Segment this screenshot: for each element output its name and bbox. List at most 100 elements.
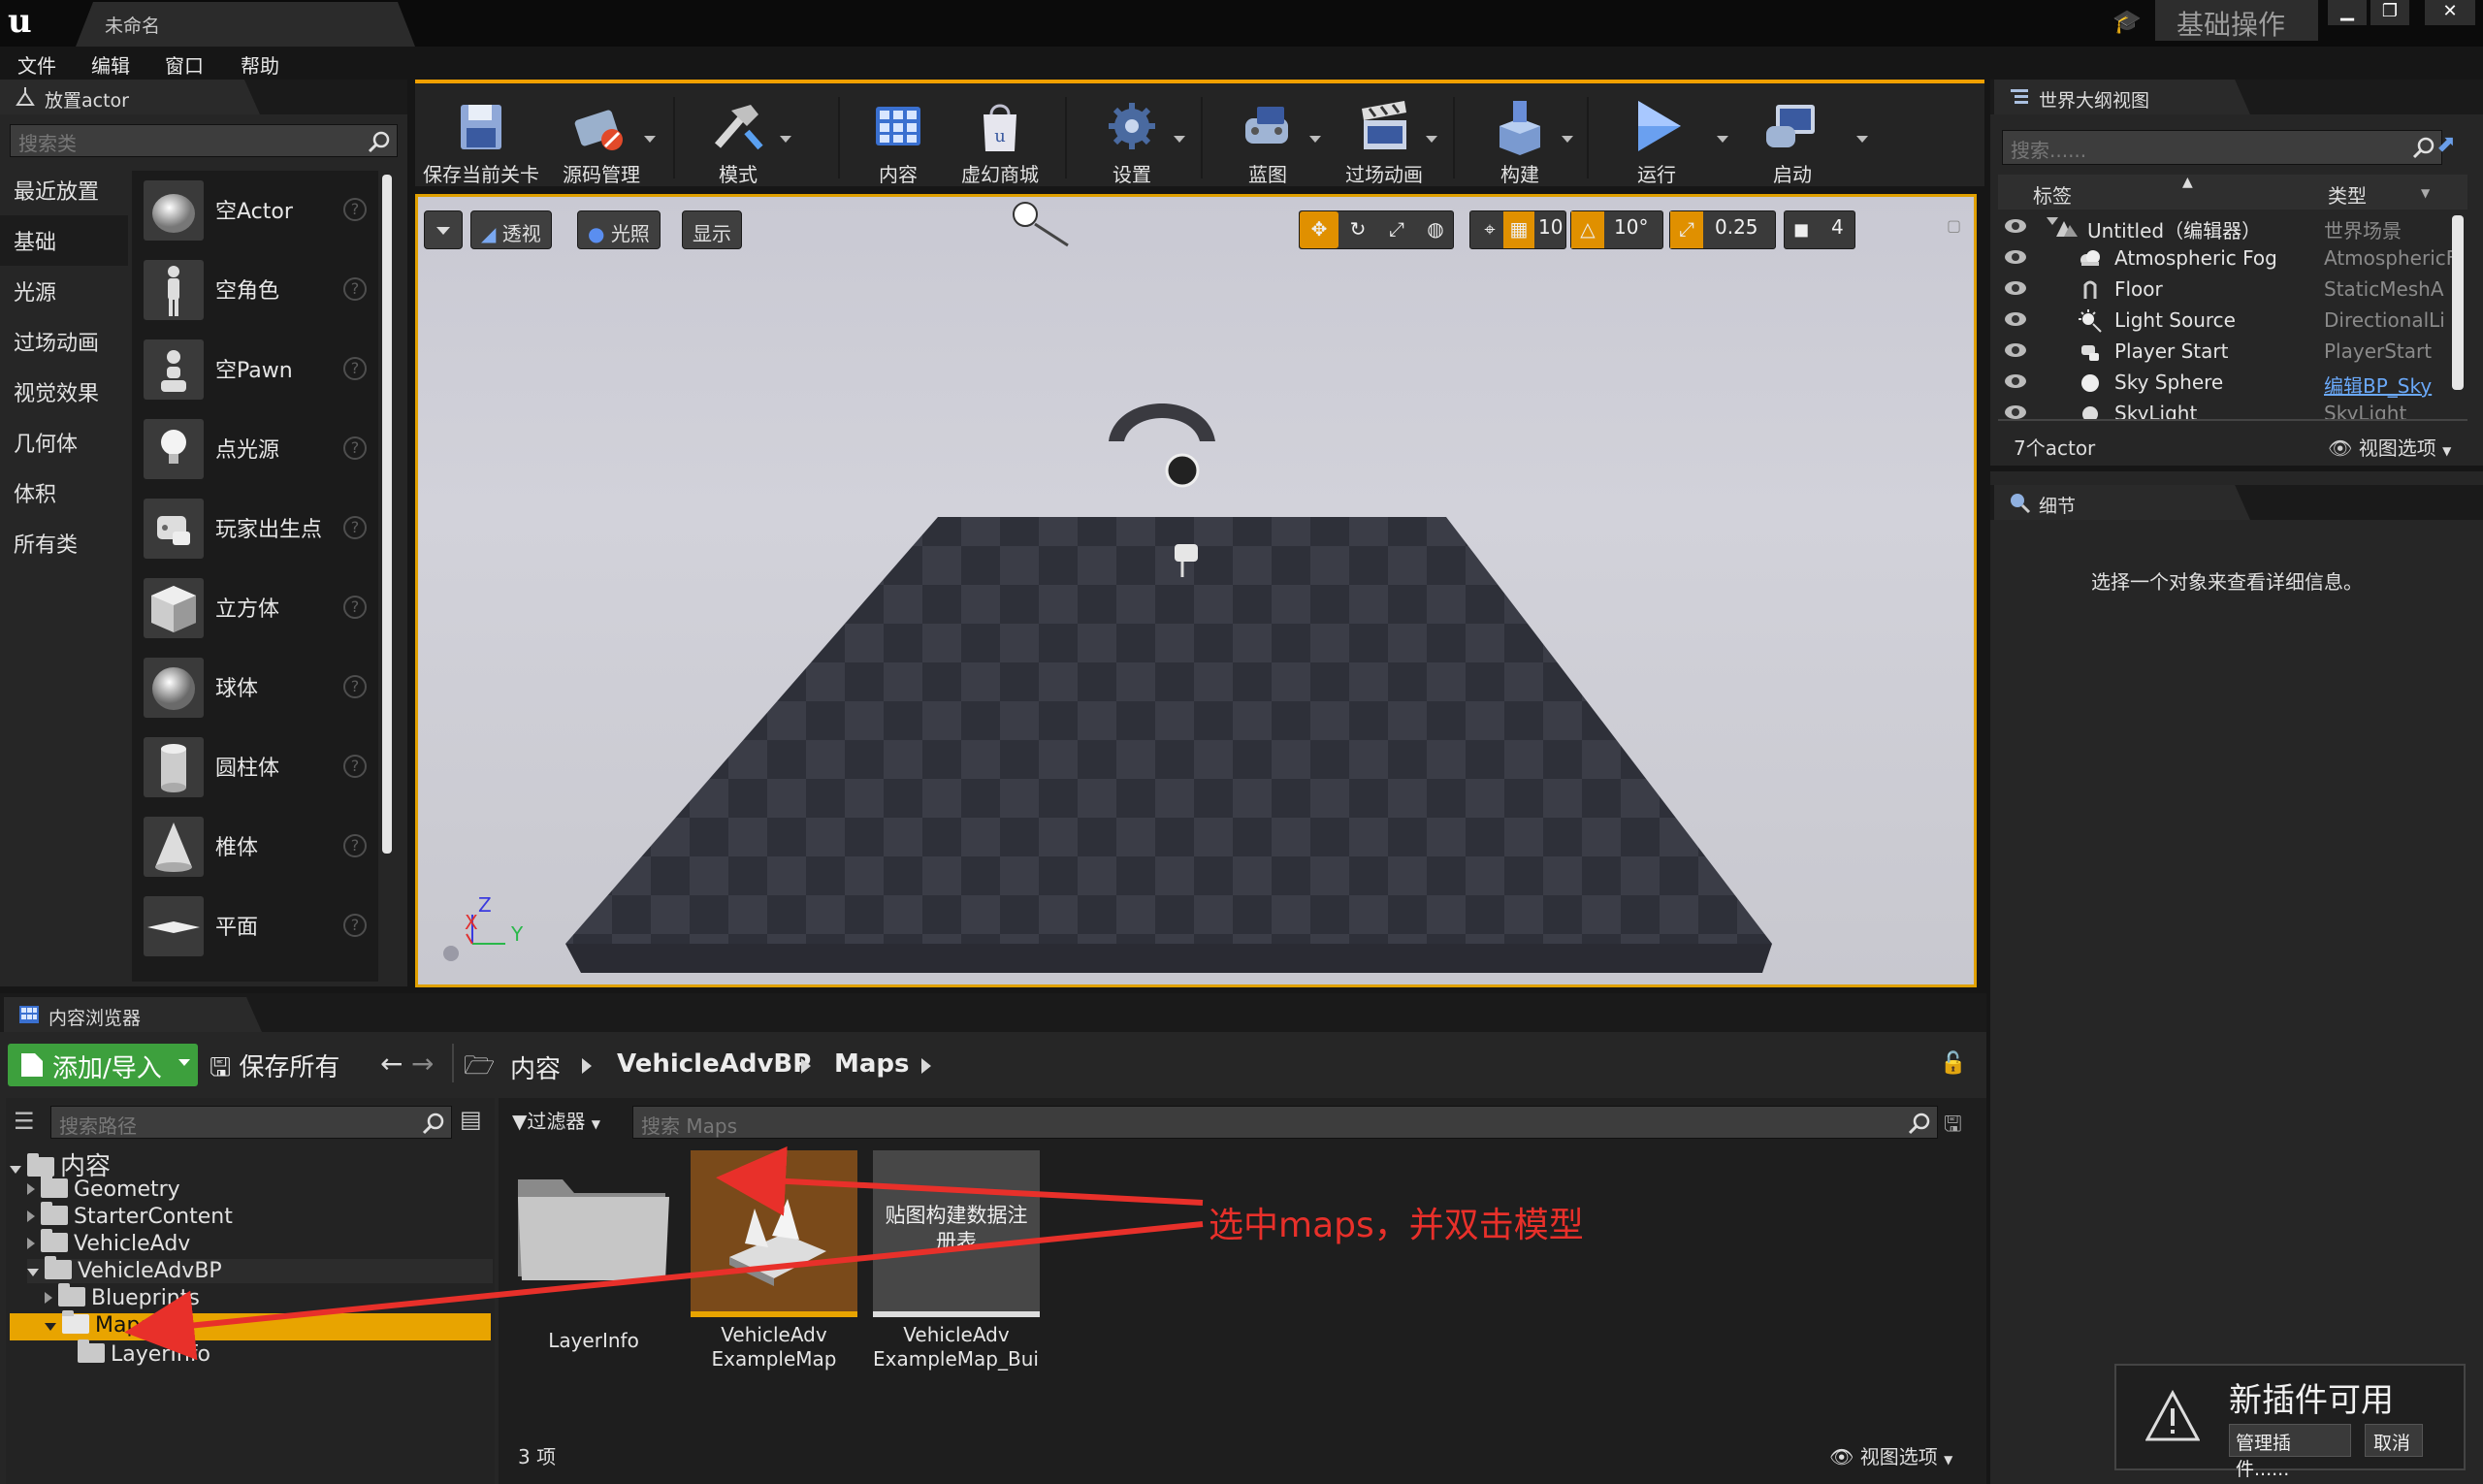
actor-item-empty-actor[interactable]: 空Actor?	[132, 171, 378, 250]
outliner-view-options-button[interactable]: 👁 视图选项 ▼	[2328, 433, 2451, 461]
toolbar-save-button[interactable]: 保存当前关卡	[423, 91, 539, 186]
outliner-row[interactable]: Floor StaticMeshA	[1998, 274, 2467, 305]
chevron-down-icon[interactable]	[1856, 136, 1868, 143]
help-icon[interactable]: ?	[343, 834, 367, 857]
save-search-icon[interactable]: 🖫	[1944, 1108, 1962, 1145]
tab-world-outliner[interactable]: 世界大纲视图	[1994, 80, 2250, 114]
sources-toggle-icon[interactable]: ☰	[14, 1108, 35, 1135]
lit-mode-button[interactable]: ● 光照	[577, 210, 661, 249]
tree-expand-icon[interactable]	[27, 1238, 35, 1249]
breadcrumb-vehicleadvbp[interactable]: VehicleAdvBP	[617, 1049, 811, 1079]
chevron-down-icon[interactable]	[1562, 136, 1573, 143]
toolbar-modes-button[interactable]: 模式	[685, 91, 791, 186]
perspective-button[interactable]: ◢ 透视	[470, 210, 552, 249]
category-cinematic[interactable]: 过场动画	[0, 316, 128, 367]
tree-expand-icon[interactable]	[45, 1323, 56, 1331]
cancel-button[interactable]: 取消	[2365, 1424, 2423, 1457]
outliner-row[interactable]: Untitled（编辑器） 世界场景	[1998, 211, 2467, 242]
grid-snap-value[interactable]: 10	[1538, 215, 1563, 239]
visibility-eye-icon[interactable]	[2004, 403, 2027, 419]
category-all-classes[interactable]: 所有类	[0, 518, 128, 568]
actor-item-empty-pawn[interactable]: 空Pawn?	[132, 330, 378, 409]
actor-item-cube[interactable]: 立方体?	[132, 568, 378, 648]
category-volumes[interactable]: 体积	[0, 468, 128, 518]
actor-list-scrollbar[interactable]	[382, 175, 392, 854]
document-tab[interactable]: 未命名	[76, 2, 415, 47]
actor-item-player-start[interactable]: 玩家出生点?	[132, 489, 378, 568]
breadcrumb-chevron-icon[interactable]	[582, 1058, 592, 1074]
breadcrumb-content[interactable]: 内容	[510, 1049, 561, 1085]
tree-node-startercontent[interactable]: StarterContent	[27, 1202, 233, 1229]
tree-expand-icon[interactable]	[27, 1183, 35, 1195]
chevron-down-icon[interactable]	[1717, 136, 1728, 143]
back-arrow-icon[interactable]: ←	[380, 1048, 403, 1080]
class-search-input[interactable]: 搜索类	[10, 124, 398, 157]
toolbar-build-button[interactable]: 构建	[1467, 91, 1573, 186]
toolbar-launch-button[interactable]: 启动	[1738, 91, 1868, 186]
help-icon[interactable]: ?	[343, 436, 367, 460]
visibility-eye-icon[interactable]	[2004, 248, 2027, 266]
chevron-down-icon[interactable]	[644, 136, 656, 143]
help-icon[interactable]: ?	[343, 675, 367, 698]
manage-plugins-button[interactable]: 管理插件......	[2229, 1424, 2351, 1480]
asset-tile-builtdata[interactable]: 贴图构建数据注册表 VehicleAdv ExampleMap_BuiltDat…	[873, 1150, 1040, 1383]
create-folder-icon[interactable]: ⬈	[2436, 130, 2456, 157]
toolbar-blueprints-button[interactable]: 蓝图	[1214, 91, 1321, 186]
tree-expand-icon[interactable]	[27, 1269, 39, 1276]
asset-view-options-button[interactable]: 👁 视图选项 ▼	[1829, 1441, 1952, 1469]
edit-blueprint-link[interactable]: 编辑BP_Sky	[2324, 371, 2467, 399]
asset-tile-vehicleadv-examplemap[interactable]: VehicleAdv ExampleMap	[691, 1150, 857, 1371]
level-viewport[interactable]: Z X Y ◢ 透视 ● 光照 显示 ✥ ↻ ⤢ ◍ ⌖ ▦ 10 △ 10° …	[415, 194, 1977, 987]
list-options-icon[interactable]: ▤	[460, 1106, 482, 1133]
toolbar-cinematics-button[interactable]: 过场动画	[1331, 91, 1437, 186]
close-window-button[interactable]: ✕	[2425, 0, 2475, 25]
save-all-button[interactable]: 🖫 保存所有	[210, 1048, 339, 1092]
chevron-down-icon[interactable]: ▼	[2421, 186, 2430, 200]
world-space-icon[interactable]: ◍	[1416, 211, 1455, 248]
help-icon[interactable]: ?	[343, 755, 367, 778]
tree-node-maps-selected[interactable]: Maps	[10, 1310, 491, 1340]
tab-content-browser[interactable]: 内容浏览器	[4, 997, 262, 1032]
chevron-down-icon[interactable]	[1426, 136, 1437, 143]
viewport-options-button[interactable]	[424, 210, 463, 249]
outliner-row[interactable]: Player Start PlayerStart	[1998, 336, 2467, 367]
category-recent[interactable]: 最近放置	[0, 165, 128, 215]
visibility-eye-icon[interactable]	[2004, 341, 2027, 359]
maximize-viewport-icon[interactable]: ▢	[1947, 216, 1961, 235]
category-visual-effects[interactable]: 视觉效果	[0, 367, 128, 417]
visibility-eye-icon[interactable]	[2004, 279, 2027, 297]
actor-item-point-light[interactable]: 点光源?	[132, 409, 378, 489]
menu-file[interactable]: 文件	[17, 50, 56, 79]
layout-preset-button[interactable]: 基础操作	[2155, 0, 2318, 41]
toolbar-source-control-button[interactable]: 源码管理	[543, 91, 660, 186]
scale-snap-value[interactable]: 0.25	[1715, 215, 1758, 239]
actor-item-cone[interactable]: 椎体?	[132, 807, 378, 887]
outliner-row[interactable]: SkyLight SkyLight	[1998, 398, 2467, 419]
tree-node-vehicleadv[interactable]: VehicleAdv	[27, 1229, 190, 1256]
rotation-snap-icon[interactable]: △	[1571, 211, 1604, 248]
tree-node-vehicleadvbp[interactable]: VehicleAdvBP	[27, 1256, 493, 1283]
column-type-header[interactable]: 类型	[2328, 180, 2367, 209]
lock-icon[interactable]: 🔓	[1940, 1051, 1966, 1076]
breadcrumb-chevron-icon[interactable]	[921, 1058, 931, 1074]
menu-edit[interactable]: 编辑	[91, 50, 130, 79]
floor-mesh[interactable]	[565, 517, 1772, 944]
outliner-row[interactable]: Atmospheric Fog AtmosphericF	[1998, 242, 2467, 274]
toolbar-marketplace-button[interactable]: u 虚幻商城	[947, 91, 1053, 186]
tutorial-icon[interactable]: 🎓	[2112, 8, 2142, 37]
forward-arrow-icon[interactable]: →	[411, 1048, 434, 1080]
show-button[interactable]: 显示	[682, 210, 742, 249]
rotate-tool-icon[interactable]: ↻	[1338, 211, 1377, 248]
toolbar-settings-button[interactable]: 设置	[1079, 91, 1185, 186]
sun-icon[interactable]	[1013, 202, 1069, 247]
scale-snap-icon[interactable]: ⤢	[1670, 211, 1703, 248]
chevron-down-icon[interactable]	[1309, 136, 1321, 143]
open-folder-icon[interactable]: 🗁	[464, 1048, 495, 1090]
actor-item-empty-character[interactable]: 空角色?	[132, 250, 378, 330]
category-basic[interactable]: 基础	[0, 215, 128, 266]
help-icon[interactable]: ?	[343, 357, 367, 380]
breadcrumb-chevron-icon[interactable]	[801, 1058, 811, 1074]
toolbar-play-button[interactable]: 运行	[1602, 91, 1728, 186]
outliner-scrollbar[interactable]	[2452, 215, 2464, 390]
sky-sphere-icon[interactable]	[1109, 403, 1215, 441]
